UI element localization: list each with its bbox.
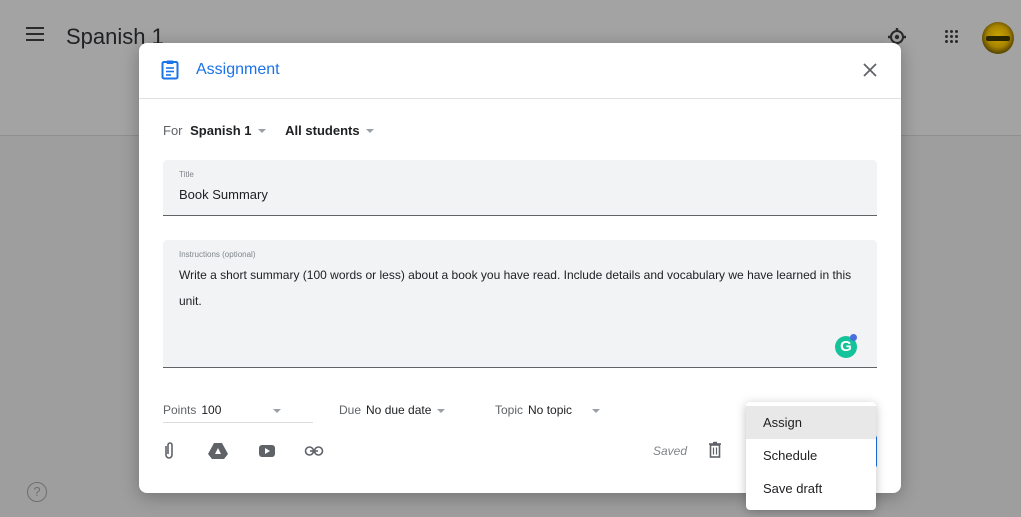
apps-icon[interactable] — [945, 30, 959, 44]
title-field-label: Title — [179, 170, 194, 179]
due-selector[interactable]: Due No due date — [339, 403, 446, 417]
title-field[interactable]: Title Book Summary — [163, 160, 877, 216]
assign-menu: Assign Schedule Save draft — [746, 402, 876, 510]
menu-icon[interactable] — [26, 27, 44, 41]
students-select[interactable]: All students — [285, 123, 359, 138]
chevron-down-icon[interactable] — [273, 408, 282, 413]
link-icon[interactable] — [304, 441, 324, 461]
menu-item-assign[interactable]: Assign — [746, 406, 876, 439]
due-value[interactable]: No due date — [366, 403, 431, 417]
points-underline — [163, 422, 313, 423]
topic-value[interactable]: No topic — [528, 403, 572, 417]
trash-icon[interactable] — [708, 441, 722, 458]
instructions-field[interactable]: Instructions (optional) Write a short su… — [163, 240, 877, 368]
instructions-input[interactable]: Write a short summary (100 words or less… — [179, 262, 859, 314]
chevron-down-icon[interactable] — [257, 128, 266, 133]
paperclip-icon[interactable] — [163, 441, 175, 461]
for-row: For Spanish 1 All students — [163, 123, 386, 138]
youtube-icon[interactable] — [258, 441, 276, 461]
chevron-down-icon[interactable] — [437, 408, 446, 413]
class-select[interactable]: Spanish 1 — [190, 123, 251, 138]
grammarly-icon[interactable]: G — [835, 334, 857, 358]
chevron-down-icon[interactable] — [365, 128, 374, 133]
points-selector[interactable]: Points 100 — [163, 403, 282, 417]
drive-icon[interactable] — [207, 441, 229, 461]
points-value[interactable]: 100 — [201, 403, 221, 417]
due-label: Due — [339, 403, 362, 417]
close-icon[interactable] — [861, 61, 879, 79]
saved-status: Saved — [653, 444, 688, 458]
title-input[interactable]: Book Summary — [179, 187, 268, 202]
menu-item-schedule[interactable]: Schedule — [746, 439, 876, 472]
help-icon[interactable]: ? — [27, 482, 47, 502]
chevron-down-icon[interactable] — [592, 408, 601, 413]
instructions-field-label: Instructions (optional) — [179, 250, 256, 259]
topic-label: Topic — [495, 403, 524, 417]
dialog-header: Assignment — [139, 43, 901, 99]
avatar[interactable] — [982, 22, 1014, 54]
points-label: Points — [163, 403, 197, 417]
document-icon — [161, 60, 179, 80]
topic-selector[interactable]: Topic No topic — [495, 403, 601, 417]
menu-item-save-draft[interactable]: Save draft — [746, 472, 876, 505]
dialog-title: Assignment — [196, 61, 280, 78]
for-label: For — [163, 123, 183, 138]
